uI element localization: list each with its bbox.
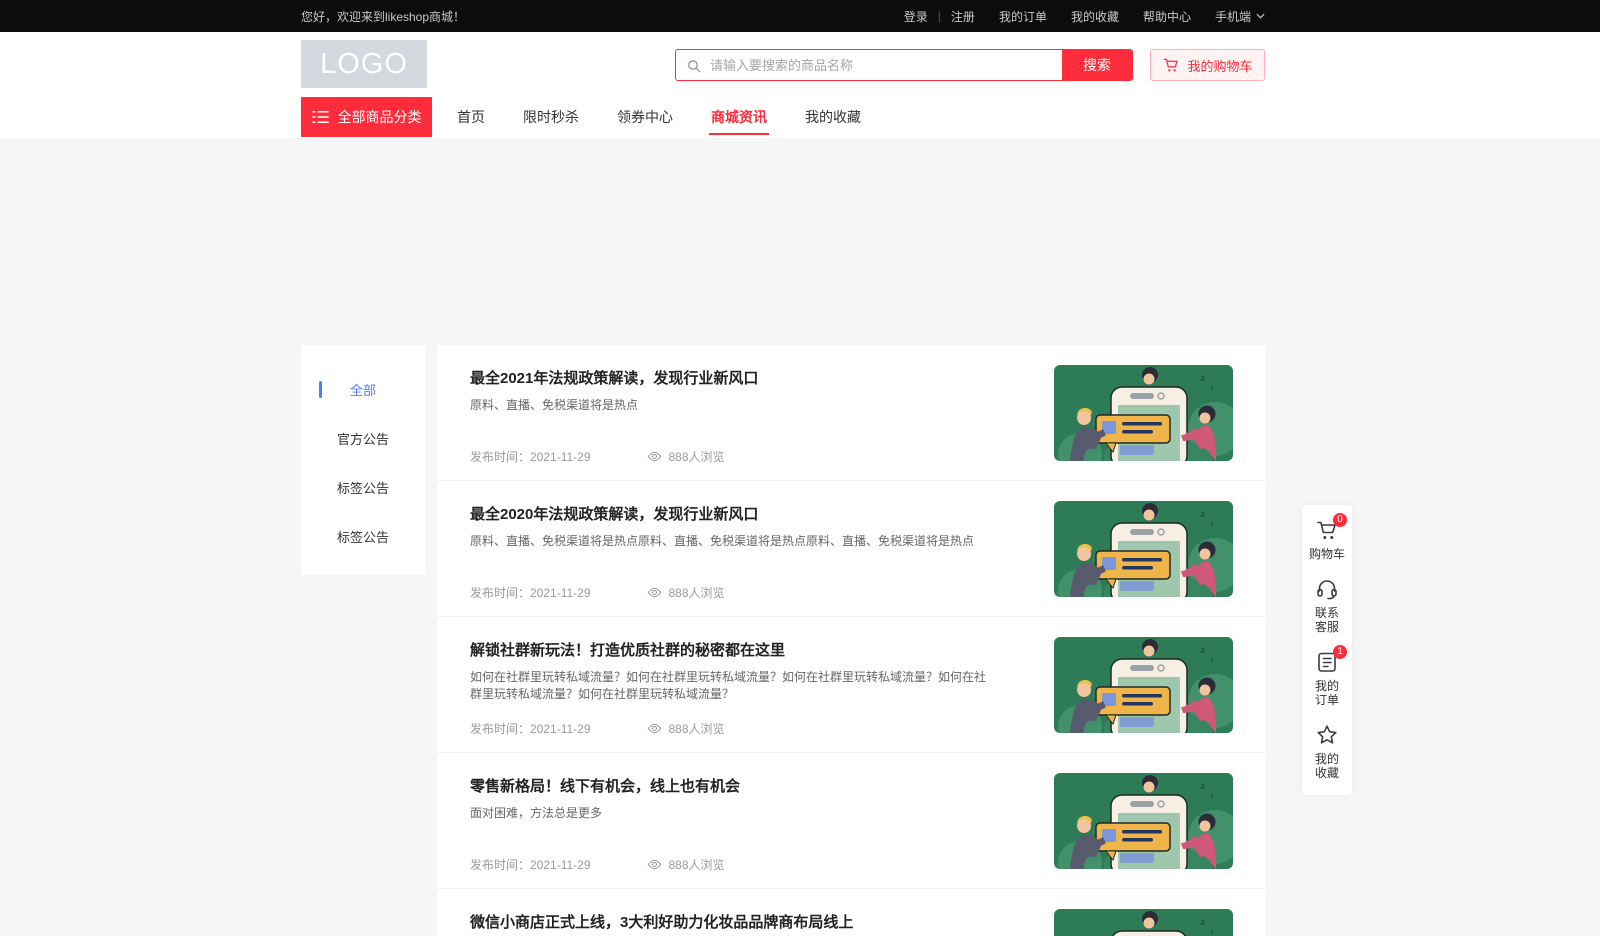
article-title[interactable]: 最全2020年法规政策解读，发现行业新风口: [470, 503, 758, 524]
float-my-favorites-label: 我的收藏: [1314, 752, 1340, 780]
article-thumbnail: [1054, 501, 1233, 597]
nav-item-my-favorites[interactable]: 我的收藏: [786, 97, 880, 137]
view-count: 888人浏览: [647, 720, 725, 737]
article-meta: 发布时间：2021-11-29 888人浏览: [470, 584, 725, 601]
chevron-down-icon: [1256, 13, 1265, 19]
float-cart-label: 购物车: [1307, 547, 1347, 561]
sidebar-item-tag-notice-2[interactable]: 标签公告: [301, 512, 425, 561]
logo[interactable]: LOGO: [301, 40, 427, 88]
topbar-links: 登录 | 注册 我的订单 我的收藏 帮助中心 手机端: [904, 8, 1265, 25]
article-desc: 面对困难，方法总是更多: [470, 805, 990, 822]
cart-icon: [1162, 56, 1180, 74]
article-thumbnail: [1054, 637, 1233, 733]
article-desc: 原料、直播、免税渠道将是热点: [470, 397, 990, 414]
welcome-text: 您好，欢迎来到likeshop商城！: [301, 8, 465, 25]
topbar-mobile-link[interactable]: 手机端: [1215, 8, 1265, 25]
sidebar-item-official-notice[interactable]: 官方公告: [301, 414, 425, 463]
cart-badge: 0: [1333, 513, 1347, 527]
sidebar-item-all[interactable]: 全部: [301, 365, 425, 414]
article-thumbnail: [1054, 773, 1233, 869]
article-thumbnail: [1054, 909, 1233, 936]
order-list-icon: 1: [1315, 650, 1339, 674]
article-list: 最全2021年法规政策解读，发现行业新风口 原料、直播、免税渠道将是热点 发布时…: [437, 345, 1265, 936]
article-row[interactable]: 最全2021年法规政策解读，发现行业新风口 原料、直播、免税渠道将是热点 发布时…: [437, 345, 1265, 481]
article-row[interactable]: 最全2020年法规政策解读，发现行业新风口 原料、直播、免税渠道将是热点原料、直…: [437, 481, 1265, 617]
topbar: 您好，欢迎来到likeshop商城！ 登录 | 注册 我的订单 我的收藏 帮助中…: [0, 0, 1600, 32]
mobile-label: 手机端: [1215, 8, 1251, 25]
float-sidebar: 0 购物车 联系客服 1 我的订单: [1302, 505, 1352, 795]
header-cart-button[interactable]: 我的购物车: [1150, 49, 1265, 81]
headset-icon: [1315, 577, 1339, 601]
nav-item-home[interactable]: 首页: [438, 97, 504, 137]
view-count: 888人浏览: [647, 448, 725, 465]
view-count: 888人浏览: [647, 856, 725, 873]
divider: |: [938, 9, 941, 23]
eye-icon: [647, 451, 662, 462]
topbar-my-favorites-link[interactable]: 我的收藏: [1071, 8, 1119, 25]
publish-time: 发布时间：2021-11-29: [470, 720, 591, 737]
float-cart-button[interactable]: 0 购物车: [1307, 518, 1347, 561]
search-icon: [686, 58, 702, 74]
cart-icon: 0: [1315, 518, 1339, 542]
topbar-login-link[interactable]: 登录: [904, 8, 928, 25]
sidebar-item-label: 全部: [350, 380, 376, 399]
all-categories-label: 全部商品分类: [338, 107, 422, 127]
nav-item-coupon-center[interactable]: 领券中心: [598, 97, 692, 137]
topbar-my-orders-link[interactable]: 我的订单: [999, 8, 1047, 25]
eye-icon: [647, 859, 662, 870]
article-title[interactable]: 解锁社群新玩法！打造优质社群的秘密都在这里: [470, 639, 785, 660]
eye-icon: [647, 723, 662, 734]
article-meta: 发布时间：2021-11-29 888人浏览: [470, 720, 725, 737]
search-input[interactable]: [676, 50, 1062, 80]
article-title[interactable]: 最全2021年法规政策解读，发现行业新风口: [470, 367, 758, 388]
publish-time: 发布时间：2021-11-29: [470, 448, 591, 465]
article-thumbnail: [1054, 365, 1233, 461]
article-row[interactable]: 微信小商店正式上线，3大利好助力化妆品品牌商布局线上: [437, 889, 1265, 936]
article-desc: 如何在社群里玩转私域流量？如何在社群里玩转私域流量？如何在社群里玩转私域流量？如…: [470, 669, 990, 703]
topbar-help-center-link[interactable]: 帮助中心: [1143, 8, 1191, 25]
topbar-register-link[interactable]: 注册: [951, 8, 975, 25]
category-list-icon: [312, 110, 329, 124]
search-bar: 搜索: [675, 49, 1133, 81]
publish-time: 发布时间：2021-11-29: [470, 856, 591, 873]
float-my-orders-label: 我的订单: [1314, 679, 1340, 707]
main-nav: 全部商品分类 首页 限时秒杀 领券中心 商城资讯 我的收藏: [301, 97, 1265, 137]
float-customer-service-button[interactable]: 联系客服: [1314, 577, 1340, 634]
sidebar-item-label: 官方公告: [337, 429, 389, 448]
float-my-orders-button[interactable]: 1 我的订单: [1314, 650, 1340, 707]
publish-time: 发布时间：2021-11-29: [470, 584, 591, 601]
search-button[interactable]: 搜索: [1062, 50, 1132, 80]
view-count: 888人浏览: [647, 584, 725, 601]
star-icon: [1315, 723, 1339, 747]
sidebar-item-label: 标签公告: [337, 478, 389, 497]
article-meta: 发布时间：2021-11-29 888人浏览: [470, 448, 725, 465]
orders-badge: 1: [1333, 645, 1347, 659]
nav-item-mall-news[interactable]: 商城资讯: [692, 97, 786, 137]
float-customer-service-label: 联系客服: [1314, 606, 1340, 634]
article-desc: 原料、直播、免税渠道将是热点原料、直播、免税渠道将是热点原料、直播、免税渠道将是…: [470, 533, 990, 550]
nav-item-flash-sale[interactable]: 限时秒杀: [504, 97, 598, 137]
article-row[interactable]: 解锁社群新玩法！打造优质社群的秘密都在这里 如何在社群里玩转私域流量？如何在社群…: [437, 617, 1265, 753]
header-cart-label: 我的购物车: [1187, 56, 1252, 75]
site-header: LOGO 搜索 我的购物车 全部商品分类 首页: [0, 32, 1600, 138]
sidebar-item-tag-notice-1[interactable]: 标签公告: [301, 463, 425, 512]
eye-icon: [647, 587, 662, 598]
article-row[interactable]: 零售新格局！线下有机会，线上也有机会 面对困难，方法总是更多 发布时间：2021…: [437, 753, 1265, 889]
article-meta: 发布时间：2021-11-29 888人浏览: [470, 856, 725, 873]
article-title[interactable]: 零售新格局！线下有机会，线上也有机会: [470, 775, 740, 796]
article-title[interactable]: 微信小商店正式上线，3大利好助力化妆品品牌商布局线上: [470, 911, 853, 932]
active-indicator: [319, 381, 322, 398]
all-categories-button[interactable]: 全部商品分类: [301, 97, 432, 137]
sidebar-item-label: 标签公告: [337, 527, 389, 546]
float-my-favorites-button[interactable]: 我的收藏: [1314, 723, 1340, 780]
news-category-sidebar: 全部 官方公告 标签公告 标签公告: [301, 345, 425, 575]
